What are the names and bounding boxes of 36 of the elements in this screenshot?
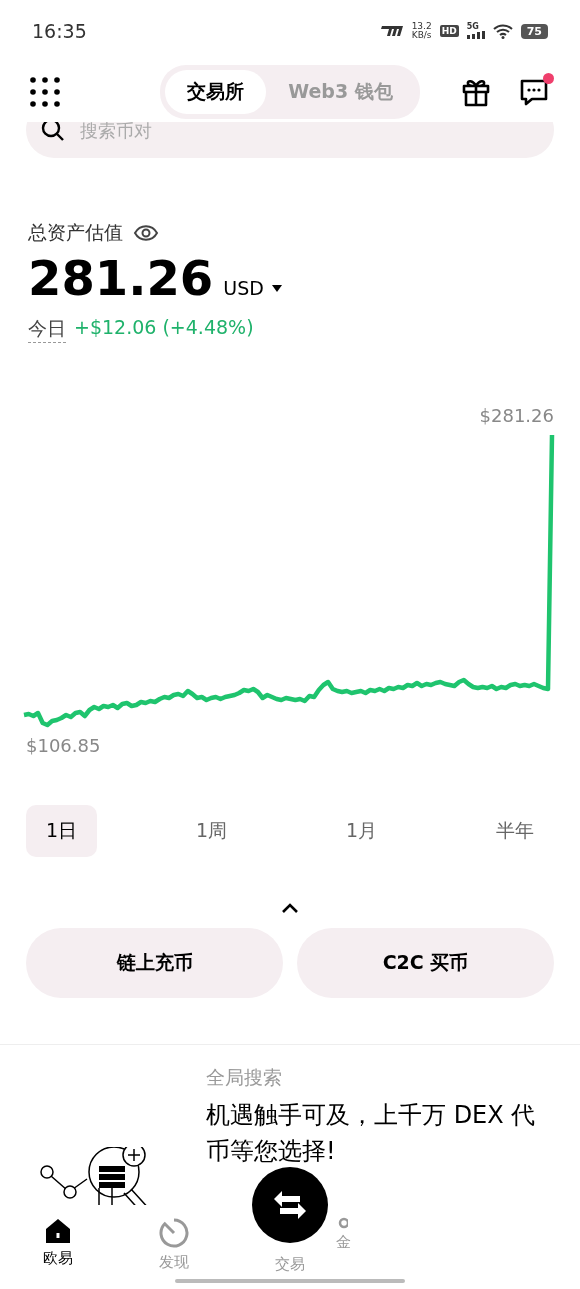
- network-speed-value: 13.2: [411, 22, 432, 31]
- home-icon: [44, 1217, 72, 1245]
- wifi-icon: [492, 23, 513, 39]
- search-icon: [40, 122, 66, 143]
- network-type: 5G: [466, 23, 480, 31]
- currency-dropdown[interactable]: USD: [223, 277, 282, 299]
- swap-button[interactable]: [252, 1167, 328, 1243]
- promo-text: 机遇触手可及，上千万 DEX 代币等您选择!: [206, 1100, 537, 1167]
- signal-icon: [466, 31, 485, 39]
- max-value-label: $281.26: [479, 405, 554, 426]
- promo-subtitle: 全局搜索: [206, 1065, 283, 1090]
- range-tab[interactable]: 半年: [476, 805, 554, 857]
- network-speed-unit: KB/s: [411, 31, 432, 40]
- range-tab[interactable]: 1日: [26, 805, 98, 857]
- total-amount: 281.26: [28, 250, 214, 306]
- mode-tab[interactable]: 交易所: [165, 70, 267, 114]
- action-button[interactable]: 链上充币: [26, 928, 283, 998]
- action-button[interactable]: C2C 买币: [297, 928, 554, 998]
- today-label[interactable]: 今日: [28, 316, 66, 343]
- search-field[interactable]: 搜索币对: [26, 122, 554, 158]
- clock-time: 16:35: [32, 20, 87, 42]
- min-value-label: $106.85: [26, 735, 101, 756]
- nav-icon: [336, 1217, 348, 1229]
- timer-icon: [158, 1217, 190, 1249]
- today-change: +$12.06 (+4.48%): [74, 316, 254, 340]
- range-tab[interactable]: 1周: [176, 805, 248, 857]
- menu-icon[interactable]: [30, 77, 60, 107]
- nav-item[interactable]: 欧易: [23, 1217, 93, 1268]
- hd-badge: HD: [439, 25, 459, 37]
- range-tab[interactable]: 1月: [326, 805, 398, 857]
- collapse-chevron-icon[interactable]: [281, 903, 299, 914]
- caret-icon: [271, 284, 282, 292]
- message-icon[interactable]: [518, 77, 550, 107]
- assets-title: 总资产估值: [28, 220, 123, 245]
- battery-icon: 75: [520, 23, 548, 39]
- eye-icon[interactable]: [133, 224, 159, 242]
